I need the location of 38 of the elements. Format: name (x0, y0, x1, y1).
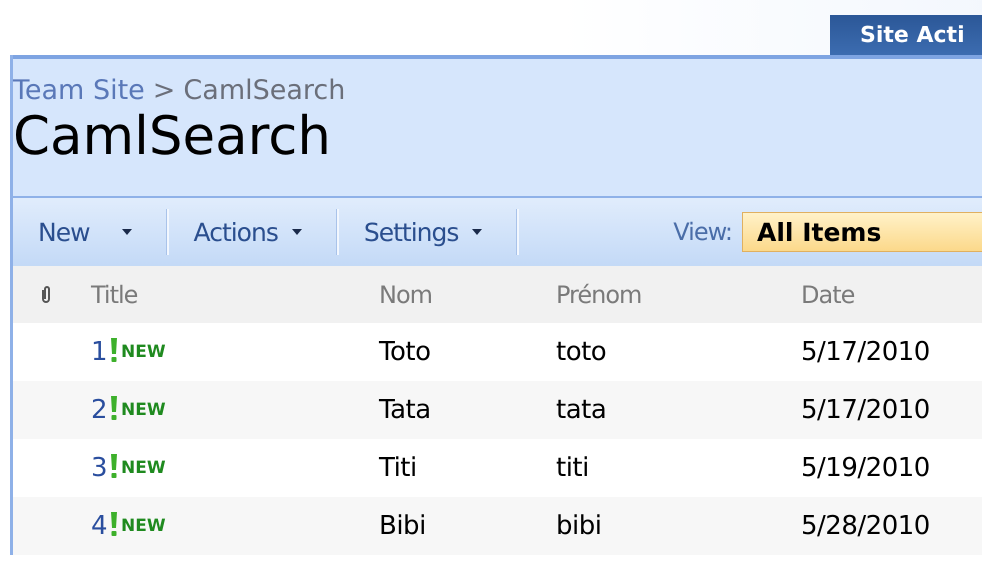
site-actions-menu[interactable]: Site Acti (830, 15, 982, 55)
column-header[interactable]: Prénom (556, 280, 642, 308)
table-cell: bibi (556, 511, 602, 541)
table-cell: Titi (379, 453, 417, 483)
table-cell: 5/28/2010 (801, 511, 930, 541)
item-link[interactable]: 3 (91, 453, 108, 483)
item-link[interactable]: 2 (91, 395, 108, 425)
toolbar-menu[interactable]: Actions (168, 218, 336, 246)
breadcrumb-link[interactable]: CamlSearch (183, 75, 346, 106)
table-cell: 5/17/2010 (801, 337, 930, 367)
table-cell: Bibi (379, 511, 426, 541)
table-cell: toto (556, 337, 606, 367)
new-label: NEW (121, 516, 166, 536)
item-link[interactable]: 1 (91, 337, 108, 367)
toolbar-menu[interactable]: Settings (338, 218, 516, 246)
table-cell: 5/19/2010 (801, 453, 930, 483)
caret-icon (292, 229, 302, 235)
caret-icon (472, 229, 482, 235)
table-cell: 5/17/2010 (801, 395, 930, 425)
item-link[interactable]: 4 (91, 511, 108, 541)
breadcrumb-link[interactable]: Team Site (13, 75, 145, 106)
new-label: NEW (121, 458, 166, 478)
new-label: NEW (121, 400, 166, 420)
breadcrumb-separator: > (152, 75, 176, 106)
toolbar-menu[interactable]: New (13, 218, 166, 246)
page-title: CamlSearch (13, 106, 332, 167)
view-label: View: (673, 218, 732, 246)
column-header[interactable]: Nom (379, 280, 432, 308)
table-cell: Tata (379, 395, 431, 425)
paperclip-icon (40, 284, 52, 304)
column-header[interactable]: Title (79, 280, 138, 308)
new-label: NEW (121, 342, 166, 362)
caret-icon (122, 229, 132, 235)
table-cell: Toto (379, 337, 430, 367)
table-cell: titi (556, 453, 589, 483)
view-dropdown[interactable]: All Items (742, 212, 982, 252)
table-cell: tata (556, 395, 606, 425)
column-header[interactable]: Date (801, 280, 854, 308)
